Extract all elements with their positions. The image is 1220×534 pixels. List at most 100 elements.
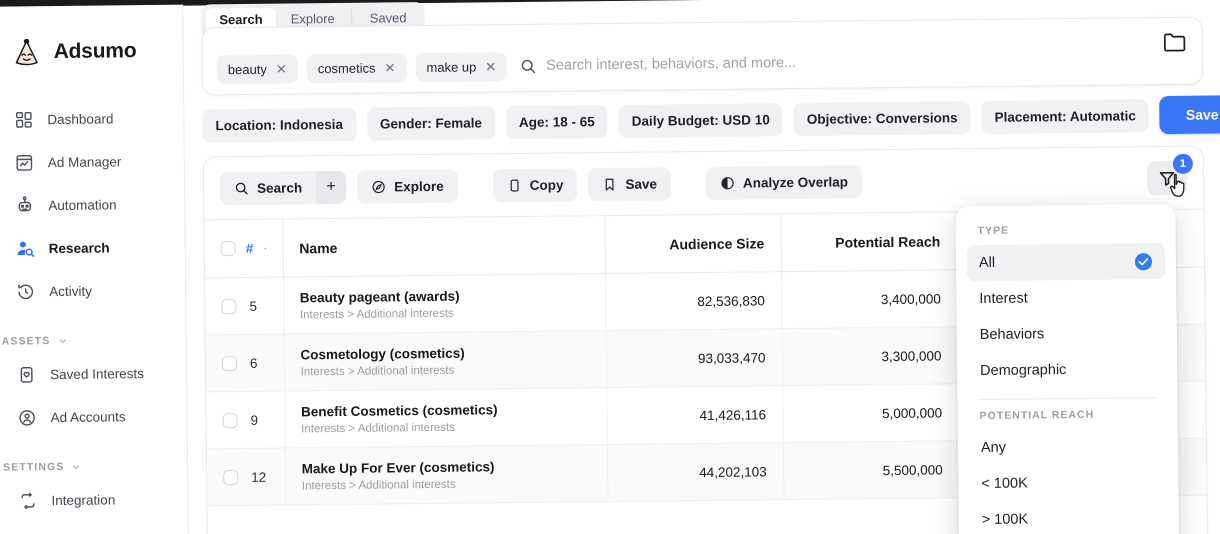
search-input[interactable] — [546, 50, 1188, 74]
select-all-checkbox[interactable] — [220, 241, 236, 257]
reach-option-label: > 100K — [981, 511, 1029, 529]
interest-name: Make Up For Ever (cosmetics) — [301, 459, 495, 477]
header-name[interactable]: Name — [282, 215, 606, 278]
toolbar-analyze-overlap-button[interactable]: Analyze Overlap — [705, 164, 863, 200]
app-root: Adsumo Dashboard Ad Manager Automation R… — [0, 0, 1220, 534]
row-number: 5 — [249, 298, 257, 314]
search-tag-label: cosmetics — [317, 60, 376, 76]
filter-chip-objective[interactable]: Objective: Conversions — [793, 100, 971, 136]
reach-option-over-100k[interactable]: > 100K — [970, 500, 1168, 534]
sidebar-item-saved-interests[interactable]: Saved Interests — [0, 352, 186, 397]
sidebar-item-integration[interactable]: Integration — [0, 478, 188, 523]
filter-option-demographic[interactable]: Demographic — [968, 351, 1166, 389]
sidebar-item-label: Ad Accounts — [50, 409, 126, 426]
search-tag-cosmetics[interactable]: cosmetics ✕ — [306, 52, 407, 83]
toolbar-save-button[interactable]: Save — [588, 166, 672, 201]
row-checkbox[interactable] — [222, 412, 238, 428]
reach-option-label: < 100K — [981, 475, 1028, 493]
filter-chip-placement[interactable]: Placement: Automatic — [981, 98, 1150, 134]
search-tag-make-up[interactable]: make up ✕ — [415, 51, 508, 82]
filter-chip-gender[interactable]: Gender: Female — [366, 105, 496, 141]
sidebar-group-settings[interactable]: SETTINGS — [0, 460, 187, 474]
row-number: 9 — [250, 412, 259, 428]
results-card: Search + Explore Copy Save Analyze Overl… — [202, 145, 1209, 534]
toolbar-copy-button[interactable]: Copy — [492, 167, 578, 202]
sidebar-item-label: Saved Interests — [50, 366, 145, 383]
interest-name: Cosmetology (cosmetics) — [300, 345, 465, 363]
row-checkbox[interactable] — [223, 469, 239, 485]
row-select-cell: 9 — [206, 391, 285, 449]
filter-option-label: Interest — [979, 290, 1028, 308]
search-icon — [522, 59, 536, 73]
arrow-up-icon[interactable] — [263, 242, 266, 254]
reach-option-label: Any — [980, 439, 1007, 457]
sidebar-item-label: Integration — [51, 492, 116, 509]
row-potential-reach: 3,400,000 — [781, 269, 958, 329]
robot-icon — [18, 196, 32, 212]
clock-history-icon — [18, 284, 34, 300]
sidebar-item-ad-manager[interactable]: Ad Manager — [0, 140, 184, 185]
filter-option-interest[interactable]: Interest — [967, 279, 1165, 317]
sidebar-item-activity[interactable]: Activity — [0, 269, 185, 314]
sidebar-group-label: ASSETS — [1, 335, 51, 348]
search-tag-beauty[interactable]: beauty ✕ — [216, 53, 298, 84]
reach-option-any[interactable]: Any — [969, 428, 1167, 466]
row-checkbox[interactable] — [221, 355, 238, 371]
filter-option-label: All — [978, 254, 996, 272]
close-icon[interactable]: ✕ — [485, 59, 496, 74]
reach-option-under-100k[interactable]: < 100K — [969, 464, 1167, 502]
funnel-icon — [1159, 171, 1175, 186]
row-potential-reach: 5,500,000 — [782, 440, 960, 500]
filter-option-all[interactable]: All — [966, 243, 1166, 282]
folder-icon[interactable] — [1161, 30, 1187, 54]
filter-option-label: Demographic — [980, 362, 1067, 380]
sidebar-item-research[interactable]: Research — [0, 226, 185, 271]
sidebar-item-label: Automation — [48, 197, 117, 214]
row-select-cell: 5 — [205, 277, 284, 335]
interest-name: Beauty pageant (awards) — [299, 288, 460, 306]
brand[interactable]: Adsumo — [0, 21, 183, 75]
header-hash[interactable]: # — [246, 241, 254, 256]
filter-chip-location[interactable]: Location: Indonesia — [202, 107, 357, 142]
row-potential-reach: 5,000,000 — [782, 383, 959, 443]
copy-icon — [510, 179, 519, 192]
toolbar-add-button[interactable]: + — [315, 170, 347, 204]
brand-name: Adsumo — [53, 39, 137, 64]
sidebar-item-ad-accounts[interactable]: Ad Accounts — [0, 395, 187, 440]
row-select-cell: 12 — [206, 448, 286, 506]
chevron-down-icon — [59, 339, 66, 344]
header-potential-reach[interactable]: Potential Reach — [780, 211, 958, 272]
search-row: beauty ✕ cosmetics ✕ make up ✕ — [203, 39, 1202, 90]
row-name-cell: Make Up For Ever (cosmetics) Interests >… — [284, 444, 608, 506]
toolbar-search-label: Search — [257, 179, 303, 196]
sidebar-group-assets[interactable]: ASSETS — [0, 334, 186, 348]
row-number: 12 — [251, 469, 267, 485]
search-card: beauty ✕ cosmetics ✕ make up ✕ — [201, 16, 1204, 96]
row-audience-size: 82,536,830 — [605, 271, 782, 331]
filter-option-behaviors[interactable]: Behaviors — [968, 315, 1166, 353]
sidebar-item-dashboard[interactable]: Dashboard — [0, 97, 184, 142]
filter-chip-daily-budget[interactable]: Daily Budget: USD 10 — [618, 102, 783, 138]
grid-icon — [15, 111, 32, 128]
filter-chip-age[interactable]: Age: 18 - 65 — [505, 104, 608, 139]
toolbar-search-button[interactable]: Search — [220, 171, 316, 205]
close-icon[interactable]: ✕ — [276, 61, 287, 76]
close-icon[interactable]: ✕ — [384, 60, 395, 75]
sidebar-item-automation[interactable]: Automation — [0, 183, 185, 228]
row-select-cell: 6 — [205, 334, 285, 392]
dropdown-divider — [978, 397, 1157, 401]
main-content: Search Explore Saved beauty ✕ cosmetics … — [183, 0, 1220, 534]
filter-option-label: Behaviors — [979, 326, 1045, 344]
row-checkbox[interactable] — [221, 298, 237, 314]
interest-path: Interests > Additional interests — [299, 307, 454, 322]
header-select: # — [204, 219, 284, 278]
row-name-cell: Beauty pageant (awards) Interests > Addi… — [283, 273, 606, 335]
header-audience-size[interactable]: Audience Size — [604, 213, 782, 274]
search-tag-label: make up — [426, 58, 477, 75]
user-search-icon — [17, 241, 35, 257]
toolbar-explore-button[interactable]: Explore — [356, 169, 458, 204]
chevron-down-icon — [73, 465, 80, 470]
sumo-face-icon — [15, 38, 38, 66]
sidebar-item-label: Ad Manager — [47, 154, 122, 171]
save-button[interactable]: Save — [1159, 95, 1220, 135]
